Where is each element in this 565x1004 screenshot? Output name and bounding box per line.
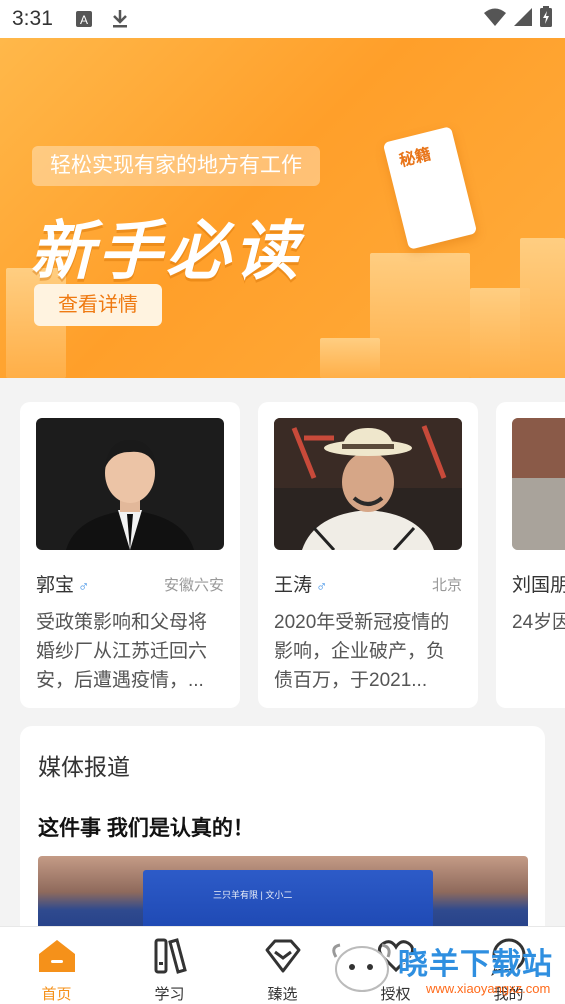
banner-title: 新手必读 bbox=[30, 215, 302, 289]
sheep-logo-icon bbox=[332, 943, 391, 992]
watermark-text: 晓羊下载站 bbox=[398, 947, 553, 982]
watermark-url: www.xiaoyangxz.com bbox=[426, 981, 551, 996]
diamond-icon bbox=[261, 935, 305, 977]
home-icon bbox=[35, 935, 79, 977]
decor-box bbox=[320, 338, 380, 378]
newbie-guide-banner[interactable]: 秘籍 轻松实现有家的地方有工作 新手必读 查看详情 bbox=[0, 38, 565, 378]
wifi-icon bbox=[483, 7, 507, 31]
svg-text:A: A bbox=[80, 13, 88, 27]
view-details-button[interactable]: 查看详情 bbox=[34, 284, 162, 326]
secret-scroll-icon: 秘籍 bbox=[382, 126, 478, 250]
site-watermark: 晓羊下载站 www.xiaoyangxz.com bbox=[330, 935, 565, 1004]
profile-story: 受政策影响和父母将婚纱厂从江苏迁回六安，后遭遇疫情，... bbox=[36, 612, 208, 691]
male-icon: ♂ bbox=[78, 578, 90, 595]
section-title: 媒体报道 bbox=[38, 754, 130, 780]
keyboard-a-icon: A bbox=[73, 8, 95, 30]
tab-label: 首页 bbox=[41, 986, 72, 1003]
media-headline[interactable]: 这件事 我们是认真的！ bbox=[38, 812, 254, 842]
status-indicators bbox=[483, 6, 553, 32]
profile-location: 安徽六安 bbox=[163, 577, 224, 594]
tab-study[interactable]: 学习 bbox=[113, 927, 226, 1004]
tab-select[interactable]: 臻选 bbox=[226, 927, 339, 1004]
profile-card-carousel[interactable]: 郭宝♂ 安徽六安 受政策影响和父母将婚纱厂从江苏迁回六安，后遭遇疫情，... bbox=[0, 378, 565, 718]
books-icon bbox=[148, 935, 192, 977]
signal-icon bbox=[513, 7, 533, 31]
profile-card[interactable]: 郭宝 ♂ 安徽六安 受政策影响和父母将婚纱厂从江苏迁回六安，后遭遇疫情，... bbox=[20, 402, 240, 708]
stage-logo-text: 三只羊有限 | 文小二 bbox=[213, 890, 293, 900]
battery-icon bbox=[539, 6, 553, 32]
profile-location: 北京 bbox=[431, 577, 462, 594]
tab-label: 臻选 bbox=[267, 986, 298, 1003]
tab-home[interactable]: 首页 bbox=[0, 927, 113, 1004]
profile-story: 2020年受新冠疫情的影响，企业破产，负债百万，于2021... bbox=[274, 612, 450, 691]
download-icon bbox=[109, 8, 131, 30]
profile-name: 刘国朋 bbox=[512, 575, 565, 596]
banner-tagline: 轻松实现有家的地方有工作 bbox=[32, 146, 320, 186]
male-icon: ♂ bbox=[316, 578, 328, 595]
status-bar: 3:31 A bbox=[0, 0, 565, 38]
note-label: 秘籍 bbox=[397, 144, 433, 171]
decor-box bbox=[370, 253, 470, 378]
status-time: 3:31 bbox=[12, 7, 53, 30]
profile-card[interactable]: 刘国朋 24岁因瘫后卧子离婚 bbox=[496, 402, 565, 708]
profile-name: 王涛 ♂ bbox=[274, 575, 328, 596]
profile-card[interactable]: 王涛 ♂ 北京 2020年受新冠疫情的影响，企业破产，负债百万，于2021... bbox=[258, 402, 478, 708]
app-screen: 3:31 A 秘籍 轻松实现有家的地方有工作 新手必读 查看详情 郭宝 ♂ 安徽… bbox=[0, 0, 565, 1004]
profile-photo bbox=[512, 418, 565, 550]
tab-label: 学习 bbox=[154, 986, 185, 1003]
profile-name: 郭宝 ♂ bbox=[36, 575, 90, 596]
profile-story: 24岁因瘫后卧子离婚 bbox=[512, 612, 565, 633]
profile-photo bbox=[274, 418, 462, 550]
profile-photo bbox=[36, 418, 224, 550]
decor-box bbox=[520, 238, 565, 378]
